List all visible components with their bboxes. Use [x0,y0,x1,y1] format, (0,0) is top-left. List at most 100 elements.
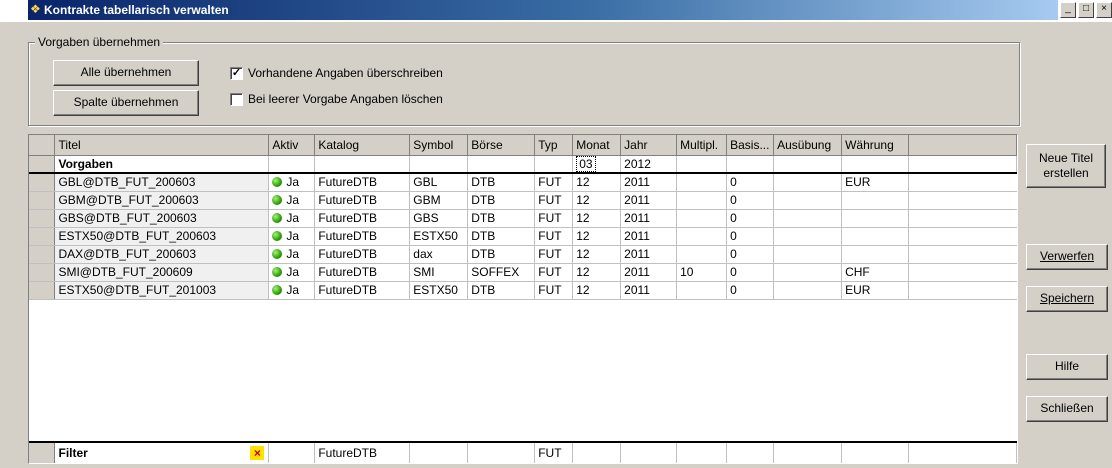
cell-symbol[interactable]: dax [409,245,469,264]
filter-monat[interactable] [572,443,622,463]
cell-multipl[interactable]: 10 [676,263,728,282]
cell-basis[interactable]: 0 [726,281,775,300]
cell-aktiv[interactable]: Ja [268,209,316,228]
maximize-button[interactable]: □ [1078,2,1094,18]
col-header-multipl[interactable]: Multipl. [676,135,728,156]
cell-aktiv[interactable]: Ja [268,173,316,192]
close-x-icon[interactable]: × [250,446,265,460]
vorgaben-ausuebung[interactable] [773,155,843,174]
vorgaben-aktiv[interactable] [268,155,316,174]
vorgaben-monat[interactable]: 03 [572,155,622,174]
cell-symbol[interactable]: GBL [409,173,469,192]
alle-uebernehmen-button[interactable]: Alle übernehmen [53,60,199,86]
row-header[interactable] [29,263,56,282]
cell-ausuebung[interactable] [773,245,843,264]
row-header[interactable] [29,173,56,192]
cell-aktiv[interactable]: Ja [268,227,316,246]
filter-boerse[interactable] [467,443,536,463]
cell-katalog[interactable]: FutureDTB [314,281,411,300]
cell-aktiv[interactable]: Ja [268,245,316,264]
cell-jahr[interactable]: 2011 [620,209,678,228]
cell-typ[interactable]: FUT [534,173,574,192]
cell-monat[interactable]: 12 [572,191,622,210]
cell-aktiv[interactable]: Ja [268,263,316,282]
cell-titel[interactable]: DAX@DTB_FUT_200603 [54,245,270,264]
filter-jahr[interactable] [620,443,678,463]
cell-ausuebung[interactable] [773,191,843,210]
filter-multipl[interactable] [676,443,728,463]
filter-aktiv[interactable] [268,443,316,463]
col-header-katalog[interactable]: Katalog [314,135,411,156]
col-header-waehrung[interactable]: Währung [841,135,910,156]
cell-titel[interactable]: GBL@DTB_FUT_200603 [54,173,270,192]
cell-ausuebung[interactable] [773,281,843,300]
cell-katalog[interactable]: FutureDTB [314,191,411,210]
hilfe-button[interactable]: Hilfe [1026,354,1108,380]
row-header[interactable] [29,227,56,246]
schliessen-button[interactable]: Schließen [1026,396,1108,422]
row-header[interactable] [29,191,56,210]
vorgaben-waehrung[interactable] [841,155,910,174]
filter-symbol[interactable] [409,443,469,463]
close-button[interactable]: × [1096,2,1112,18]
cell-monat[interactable]: 12 [572,173,622,192]
cell-waehrung[interactable]: EUR [841,281,910,300]
cell-symbol[interactable]: GBS [409,209,469,228]
cell-monat[interactable]: 12 [572,263,622,282]
table-row[interactable]: GBS@DTB_FUT_200603 Ja FutureDTB GBS DTB FUT 12… [29,209,1017,228]
minimize-button[interactable]: _ [1060,2,1076,18]
filter-waehrung[interactable] [841,443,909,463]
col-header-jahr[interactable]: Jahr [620,135,678,156]
overwrite-checkbox[interactable]: ✓ [230,67,243,80]
table-row[interactable]: GBM@DTB_FUT_200603 Ja FutureDTB GBM DTB FUT 12… [29,191,1017,210]
speichern-button[interactable]: Speichern [1026,286,1108,312]
cell-jahr[interactable]: 2011 [620,245,678,264]
cell-monat[interactable]: 12 [572,227,622,246]
cell-monat[interactable]: 12 [572,245,622,264]
cell-jahr[interactable]: 2011 [620,173,678,192]
vorgaben-jahr[interactable]: 2012 [620,155,678,174]
row-header[interactable] [29,209,56,228]
cell-katalog[interactable]: FutureDTB [314,227,411,246]
cell-jahr[interactable]: 2011 [620,263,678,282]
col-header-monat[interactable]: Monat [572,135,622,156]
col-header-ausuebung[interactable]: Ausübung [773,135,843,156]
vorgaben-basis[interactable] [726,155,775,174]
cell-symbol[interactable]: ESTX50 [409,227,469,246]
cell-waehrung[interactable] [841,191,910,210]
cell-ausuebung[interactable] [773,263,843,282]
spalte-uebernehmen-button[interactable]: Spalte übernehmen [53,90,199,116]
cell-symbol[interactable]: SMI [409,263,469,282]
cell-waehrung[interactable] [841,227,910,246]
col-header-typ[interactable]: Typ [534,135,574,156]
cell-boerse[interactable]: DTB [467,209,536,228]
cell-boerse[interactable]: DTB [467,281,536,300]
cell-aktiv[interactable]: Ja [268,191,316,210]
cell-katalog[interactable]: FutureDTB [314,263,411,282]
cell-basis[interactable]: 0 [726,263,775,282]
vorgaben-boerse[interactable] [467,155,536,174]
col-header-basis[interactable]: Basis... [726,135,775,156]
filter-titel-cell[interactable]: Filter × [54,443,270,463]
cell-waehrung[interactable]: CHF [841,263,910,282]
cell-boerse[interactable]: DTB [467,173,536,192]
cell-multipl[interactable] [676,209,728,228]
delete-empty-checkbox[interactable] [230,93,243,106]
cell-jahr[interactable]: 2011 [620,281,678,300]
cell-multipl[interactable] [676,281,728,300]
cell-monat[interactable]: 12 [572,209,622,228]
cell-jahr[interactable]: 2011 [620,227,678,246]
cell-titel[interactable]: GBS@DTB_FUT_200603 [54,209,270,228]
cell-katalog[interactable]: FutureDTB [314,173,411,192]
contracts-grid[interactable]: Titel Aktiv Katalog Symbol Börse Typ Mon… [28,134,1018,464]
col-header-boerse[interactable]: Börse [467,135,536,156]
filter-ausuebung[interactable] [773,443,842,463]
neue-titel-erstellen-button[interactable]: Neue Titel erstellen [1026,144,1106,188]
vorgaben-symbol[interactable] [409,155,469,174]
table-row[interactable]: ESTX50@DTB_FUT_200603 Ja FutureDTB ESTX50 DT… [29,227,1017,246]
verwerfen-button[interactable]: Verwerfen [1026,244,1108,270]
cell-katalog[interactable]: FutureDTB [314,209,411,228]
filter-typ[interactable]: FUT [534,443,574,463]
col-header-titel[interactable]: Titel [54,135,270,156]
table-row[interactable]: DAX@DTB_FUT_200603 Ja FutureDTB dax DTB FUT 12… [29,245,1017,264]
